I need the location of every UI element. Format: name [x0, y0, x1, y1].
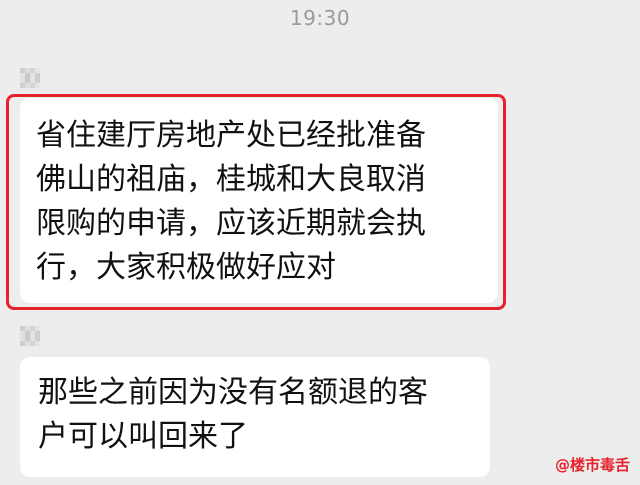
- message-line: 行，大家积极做好应对: [36, 250, 336, 285]
- message-line: 佛山的祖庙，桂城和大良取消: [36, 162, 426, 197]
- message-line: 那些之前因为没有名额退的客: [38, 375, 428, 410]
- sender-avatar[interactable]: [20, 326, 40, 346]
- message-line: 户可以叫回来了: [38, 419, 248, 454]
- message-line: 限购的申请，应该近期就会执: [36, 206, 426, 241]
- chat-bubble[interactable]: 省住建厅房地产处已经批准备 佛山的祖庙，桂城和大良取消 限购的申请，应该近期就会…: [20, 98, 498, 303]
- sender-avatar[interactable]: [20, 68, 40, 88]
- message-line: 省住建厅房地产处已经批准备: [36, 118, 426, 153]
- watermark: @楼市毒舌: [555, 454, 630, 475]
- watermark-text: @楼市毒舌: [554, 456, 630, 474]
- chat-bubble[interactable]: 那些之前因为没有名额退的客 户可以叫回来了: [20, 357, 490, 477]
- message-timestamp: 19:30: [289, 6, 351, 30]
